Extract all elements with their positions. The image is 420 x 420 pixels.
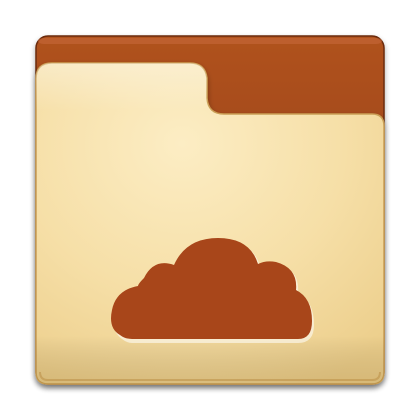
cloud-folder-icon [0,0,420,420]
cloud-folder-graphic [35,35,385,385]
